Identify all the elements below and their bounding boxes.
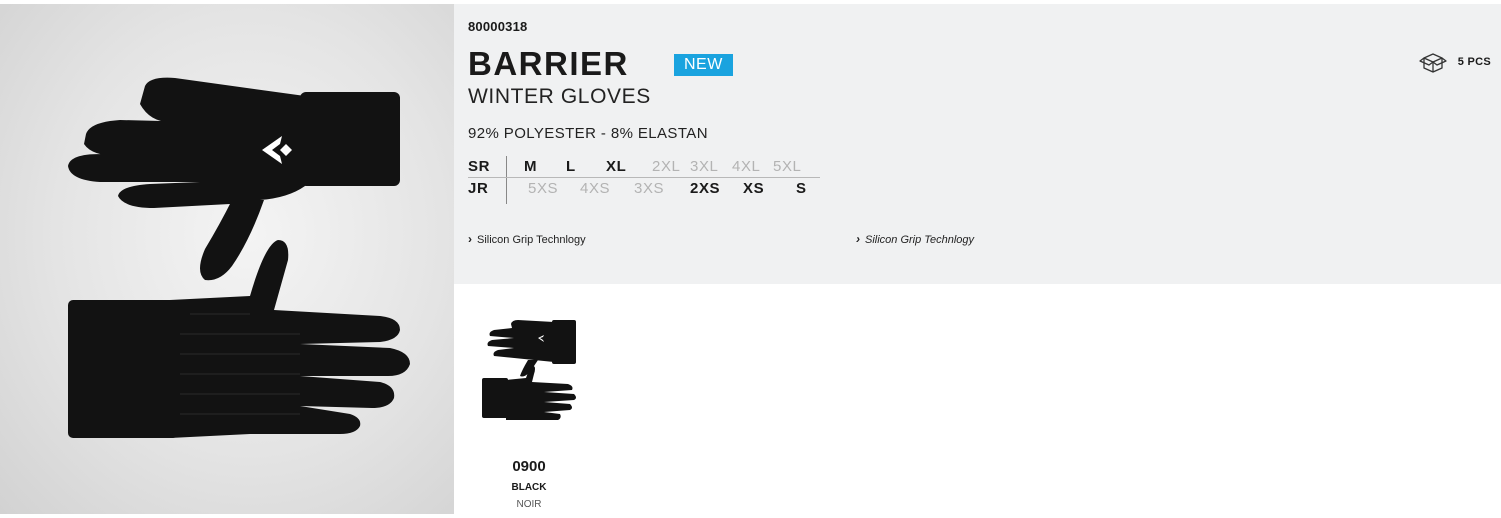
size-item: 2XS (690, 180, 721, 197)
product-subtitle: WINTER GLOVES (468, 85, 651, 108)
size-item: 5XL (773, 158, 802, 175)
size-item: XS (743, 180, 765, 197)
color-variant[interactable]: 0900 BLACK NOIR (478, 316, 580, 510)
size-item: 4XS (580, 180, 611, 197)
product-name: BARRIER (468, 45, 629, 82)
size-row-label: JR (468, 180, 489, 197)
size-item: 3XS (634, 180, 665, 197)
gloves-illustration (68, 77, 410, 438)
variant-thumbnail (482, 320, 576, 420)
size-item: 4XL (732, 158, 761, 175)
size-item: 3XL (690, 158, 719, 175)
size-item: S (796, 180, 807, 197)
variant-code: 0900 (512, 458, 546, 475)
new-badge: NEW (674, 54, 733, 76)
feature-item: › Silicon Grip Technlogy (468, 232, 586, 246)
size-item: M (524, 158, 538, 175)
product-info-panel: 80000318 BARRIER NEW WINTER GLOVES 5 PCS… (454, 4, 1501, 284)
box-icon (1419, 53, 1447, 73)
size-row-junior: JR 5XS 4XS 3XS 2XS XS S (468, 178, 820, 200)
size-grid: SR M L XL 2XL 3XL 4XL 5XL JR 5XS 4XS 3XS… (468, 156, 820, 204)
pack-quantity: 5 PCS (1418, 51, 1491, 73)
size-row-senior: SR M L XL 2XL 3XL 4XL 5XL (468, 156, 820, 178)
size-item: 2XL (652, 158, 681, 175)
variant-color-name-fr: NOIR (516, 499, 542, 510)
pack-quantity-label: 5 PCS (1457, 56, 1491, 68)
product-material: 92% POLYESTER - 8% ELASTAN (468, 125, 708, 142)
feature-text: Silicon Grip Technlogy (865, 234, 975, 246)
size-item: 5XS (528, 180, 559, 197)
product-sku: 80000318 (468, 19, 528, 34)
size-item: XL (606, 158, 627, 175)
product-image (0, 4, 454, 514)
chevron-right-icon: › (468, 232, 472, 246)
size-row-label: SR (468, 158, 491, 175)
chevron-right-icon: › (856, 232, 860, 246)
variant-color-name: BLACK (511, 482, 547, 493)
size-item: L (566, 158, 576, 175)
feature-item-translation: › Silicon Grip Technlogy (856, 232, 974, 246)
feature-text: Silicon Grip Technlogy (477, 234, 586, 246)
